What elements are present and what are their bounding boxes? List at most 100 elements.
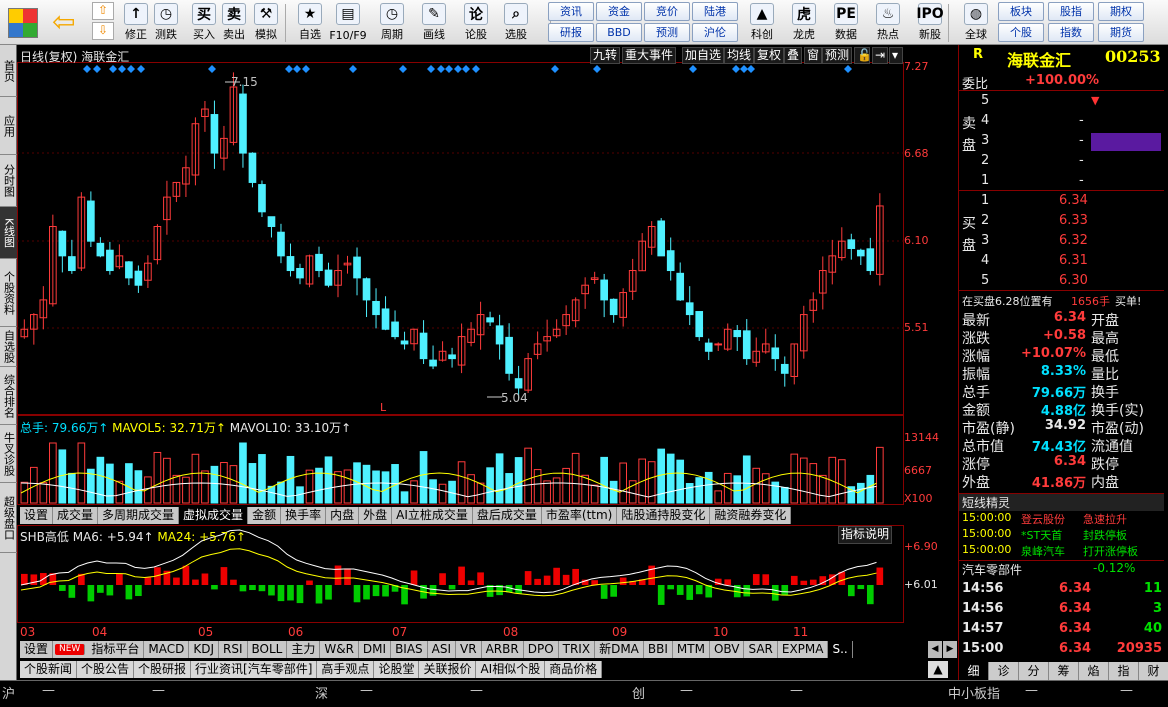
vol-tab-5[interactable]: 换手率 bbox=[281, 507, 327, 524]
ind-tab-17[interactable]: BBI bbox=[644, 641, 673, 658]
left-tab-4[interactable]: 个股资料 bbox=[0, 259, 17, 327]
chart-top-button-7[interactable]: 预测 bbox=[822, 47, 853, 64]
left-tab-6[interactable]: 综合排名 bbox=[0, 367, 17, 425]
left-tab-0[interactable]: 首页 bbox=[0, 45, 17, 97]
buy-row-4[interactable]: 4 6.31 bbox=[959, 253, 1164, 271]
chart-top-button-1[interactable]: 重大事件 bbox=[622, 47, 677, 64]
toolbar-button-10[interactable]: ⌕ 选股 bbox=[496, 1, 536, 44]
toolbar-button-16[interactable]: ◍ 全球 bbox=[956, 1, 996, 44]
vol-tab-3[interactable]: 虚拟成交量 bbox=[179, 507, 249, 524]
ind-tab-16[interactable]: 新DMA bbox=[595, 641, 644, 658]
ind-tab-2[interactable]: 指标平台 bbox=[87, 641, 145, 658]
quick-button-3[interactable]: 陆港 bbox=[692, 2, 738, 21]
chart-top-button-2[interactable]: 加自选 bbox=[682, 47, 725, 64]
quick-button-13[interactable]: 期货 bbox=[1098, 23, 1144, 42]
status-sh[interactable]: 沪 bbox=[2, 683, 15, 702]
quote-tab-3[interactable]: 筹 bbox=[1049, 662, 1079, 680]
ind-tab-7[interactable]: 主力 bbox=[287, 641, 321, 658]
quick-button-8[interactable]: 板块 bbox=[998, 2, 1044, 21]
dropdown-icon[interactable]: ▾ bbox=[889, 47, 903, 64]
ind-tab-8[interactable]: W&R bbox=[320, 641, 359, 658]
quick-button-4[interactable]: 研报 bbox=[548, 23, 594, 42]
toolbar-button-13[interactable]: PE 数据 bbox=[826, 1, 866, 44]
tabs-scroll-left[interactable]: ◀ bbox=[928, 641, 942, 658]
vol-tab-6[interactable]: 内盘 bbox=[326, 507, 360, 524]
news-tab-8[interactable]: 商品价格 bbox=[545, 661, 603, 678]
ind-tab-19[interactable]: OBV bbox=[710, 641, 745, 658]
toolbar-button-12[interactable]: 虎龙虎 bbox=[784, 1, 824, 44]
buy-row-3[interactable]: 3 6.32 bbox=[959, 233, 1164, 251]
left-tab-7[interactable]: 牛叉诊股 bbox=[0, 425, 17, 483]
buy-row-1[interactable]: 1 6.34 bbox=[959, 193, 1164, 211]
chart-top-button-0[interactable]: 九转 bbox=[590, 47, 621, 64]
ind-tab-22[interactable]: S.. bbox=[828, 641, 853, 658]
toolbar-button-15[interactable]: IPO 新股 bbox=[910, 1, 950, 44]
chart-top-button-6[interactable]: 窗 bbox=[804, 47, 823, 64]
vol-tab-1[interactable]: 成交量 bbox=[53, 507, 99, 524]
vol-tab-11[interactable]: 陆股通持股变化 bbox=[617, 507, 711, 524]
ind-tab-20[interactable]: SAR bbox=[744, 641, 778, 658]
ind-tab-13[interactable]: ARBR bbox=[482, 641, 524, 658]
quick-button-10[interactable]: 期权 bbox=[1098, 2, 1144, 21]
ind-tab-18[interactable]: MTM bbox=[673, 641, 710, 658]
ind-tab-11[interactable]: ASI bbox=[428, 641, 457, 658]
quote-tab-1[interactable]: 诊 bbox=[989, 662, 1019, 680]
app-logo-icon[interactable] bbox=[8, 8, 38, 38]
vol-tab-8[interactable]: AI立桩成交量 bbox=[392, 507, 473, 524]
quick-button-1[interactable]: 资金 bbox=[596, 2, 642, 21]
down-arrow-icon[interactable]: ⇩ bbox=[92, 22, 114, 40]
ind-tab-4[interactable]: KDJ bbox=[189, 641, 219, 658]
vol-tab-0[interactable]: 设置 bbox=[20, 507, 54, 524]
period-label[interactable]: 日线(复权) bbox=[20, 50, 77, 64]
sell-row-4[interactable]: 4- bbox=[959, 113, 1164, 131]
toolbar-button-9[interactable]: 论论股 bbox=[456, 1, 496, 44]
ind-tab-21[interactable]: EXPMA bbox=[778, 641, 829, 658]
buy-row-5[interactable]: 5 6.30 bbox=[959, 273, 1164, 291]
left-tab-3[interactable]: K线图 bbox=[0, 207, 17, 259]
toolbar-button-7[interactable]: ◷ 周期 bbox=[372, 1, 412, 44]
chart-top-button-5[interactable]: 叠 bbox=[784, 47, 803, 64]
lock-icon[interactable]: 🔓 bbox=[854, 47, 872, 64]
quote-tab-6[interactable]: 财 bbox=[1139, 662, 1168, 680]
news-tab-5[interactable]: 论股堂 bbox=[374, 661, 420, 678]
buy-row-2[interactable]: 2 6.33 bbox=[959, 213, 1164, 231]
toolbar-button-6[interactable]: ▤ F10/F9 bbox=[328, 1, 368, 44]
quote-tab-2[interactable]: 分 bbox=[1019, 662, 1049, 680]
quick-button-12[interactable]: 指数 bbox=[1048, 23, 1094, 42]
ind-tab-9[interactable]: DMI bbox=[359, 641, 392, 658]
toolbar-button-5[interactable]: ★ 自选 bbox=[290, 1, 330, 44]
ind-tab-0[interactable]: 设置 bbox=[20, 641, 54, 658]
expand-panel-icon[interactable]: ⇥ bbox=[872, 47, 888, 64]
sector-row[interactable]: 汽车零部件 -0.12% bbox=[959, 560, 1164, 578]
ind-tab-1[interactable]: NEW bbox=[55, 644, 86, 655]
news-tab-4[interactable]: 高手观点 bbox=[317, 661, 375, 678]
expand-up-icon[interactable]: ▲ bbox=[928, 661, 948, 678]
quick-button-7[interactable]: 沪伦 bbox=[692, 23, 738, 42]
spirit-row-2[interactable]: 15:00:00 泉峰汽车 打开涨停板 bbox=[959, 543, 1164, 561]
quick-button-6[interactable]: 预测 bbox=[644, 23, 690, 42]
vol-tab-7[interactable]: 外盘 bbox=[359, 507, 393, 524]
ind-tab-15[interactable]: TRIX bbox=[559, 641, 596, 658]
news-tab-2[interactable]: 个股研报 bbox=[134, 661, 192, 678]
status-cy[interactable]: 创 bbox=[632, 683, 645, 702]
quick-button-0[interactable]: 资讯 bbox=[548, 2, 594, 21]
ind-tab-6[interactable]: BOLL bbox=[248, 641, 288, 658]
quote-tab-4[interactable]: 焰 bbox=[1079, 662, 1109, 680]
status-zxb[interactable]: 中小板指 bbox=[948, 683, 1000, 702]
sell-row-1[interactable]: 1- bbox=[959, 173, 1164, 191]
quick-button-9[interactable]: 股指 bbox=[1048, 2, 1094, 21]
vol-tab-9[interactable]: 盘后成交量 bbox=[473, 507, 542, 524]
left-tab-1[interactable]: 应用 bbox=[0, 97, 17, 155]
back-arrow-icon[interactable]: ⇦ bbox=[52, 8, 82, 38]
kline-chart[interactable] bbox=[17, 45, 904, 680]
toolbar-button-1[interactable]: ◷ 测跌 bbox=[146, 1, 186, 44]
chart-top-button-3[interactable]: 均线 bbox=[724, 47, 755, 64]
sell-row-5[interactable]: 5 bbox=[959, 93, 1164, 111]
tabs-scroll-right[interactable]: ▶ bbox=[943, 641, 957, 658]
left-tab-8[interactable]: 超级盘口 bbox=[0, 483, 17, 553]
up-arrow-icon[interactable]: ⇧ bbox=[92, 2, 114, 20]
toolbar-button-8[interactable]: ✎ 画线 bbox=[414, 1, 454, 44]
ind-tab-10[interactable]: BIAS bbox=[391, 641, 428, 658]
ind-tab-5[interactable]: RSI bbox=[219, 641, 248, 658]
vol-tab-2[interactable]: 多周期成交量 bbox=[98, 507, 180, 524]
